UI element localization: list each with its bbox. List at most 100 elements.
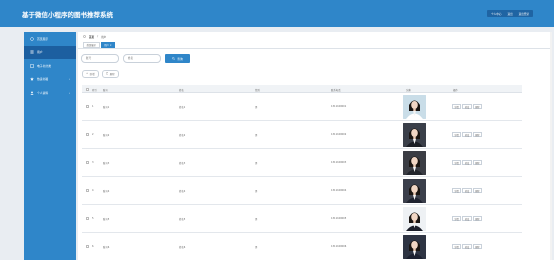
column-header: 头像	[406, 88, 411, 92]
cell-account: 账号6	[103, 246, 110, 249]
divider	[78, 48, 552, 49]
sidebar-item-ebook-category[interactable]: 电子书分类	[24, 59, 76, 73]
view-button[interactable]: 详情	[452, 188, 462, 193]
delete-button[interactable]: 删除	[472, 104, 483, 109]
sidebar-item-label: 个人资料	[37, 90, 49, 95]
exit-link[interactable]: 退出	[507, 12, 512, 16]
view-button[interactable]: 详情	[452, 160, 462, 165]
cell-phone: 1311100003	[331, 161, 347, 164]
table-body: 1 账号1 姓名1 男 1311100001 详情 修改 删除 2 账号2 姓名2 男 1311100…	[82, 93, 522, 260]
column-header: 操作	[453, 88, 458, 92]
search-button[interactable]: 查询	[165, 54, 190, 63]
row-actions: 详情 修改 删除	[452, 244, 483, 249]
view-button[interactable]: 详情	[452, 104, 462, 109]
breadcrumb-separator: /	[97, 34, 99, 38]
users-table: 索引 账号 姓名 性别 联系电话 头像 操作 1 账号1 姓名1 男 131110000…	[82, 85, 522, 260]
add-button[interactable]: + 新增	[82, 70, 99, 78]
sidebar-item-label: 电子书分类	[37, 63, 51, 68]
sidebar-item-users[interactable]: 用户	[24, 45, 76, 59]
cell-phone: 1311100002	[331, 133, 347, 136]
cell-index: 2	[92, 133, 94, 136]
column-header: 账号	[103, 88, 108, 92]
table-row: 1 账号1 姓名1 男 1311100001 详情 修改 删除	[82, 93, 522, 121]
table-row: 5 账号5 姓名5 男 1311100005 详情 修改 删除	[82, 205, 522, 233]
star-icon	[30, 77, 34, 81]
chevron-right-icon: ›	[68, 77, 70, 82]
row-actions: 详情 修改 删除	[452, 160, 483, 165]
logout-link[interactable]: 退出登录	[519, 12, 529, 16]
view-button[interactable]: 详情	[452, 216, 462, 221]
row-checkbox[interactable]	[86, 245, 89, 248]
edit-button[interactable]: 修改	[462, 160, 472, 165]
cell-index: 6	[92, 245, 94, 248]
edit-button[interactable]: 修改	[462, 244, 472, 249]
add-button-label: 新增	[89, 72, 95, 76]
tab-users[interactable]: 用户 ×	[100, 42, 116, 48]
search-button-label: 查询	[177, 56, 183, 61]
avatar	[403, 235, 426, 259]
avatar	[403, 151, 426, 175]
delete-button[interactable]: 删除	[472, 132, 483, 137]
cell-gender: 男	[255, 190, 258, 193]
avatar	[403, 123, 426, 147]
delete-button[interactable]: 删除	[472, 244, 483, 249]
home-icon	[83, 34, 86, 39]
table-row: 3 账号3 姓名3 男 1311100003 详情 修改 删除	[82, 149, 522, 177]
profile-link[interactable]: 个人中心	[491, 12, 501, 16]
row-checkbox[interactable]	[86, 217, 89, 220]
cell-name: 姓名3	[179, 162, 186, 165]
view-button[interactable]: 详情	[452, 132, 462, 137]
trash-icon	[105, 72, 109, 76]
delete-button[interactable]: 删除	[472, 216, 483, 221]
cell-account: 账号5	[103, 218, 110, 221]
cell-phone: 1311100005	[331, 217, 347, 220]
delete-button[interactable]: 删除	[101, 70, 119, 78]
row-checkbox[interactable]	[86, 161, 89, 164]
row-actions: 详情 修改 删除	[452, 216, 483, 221]
sidebar-item-hot-books[interactable]: 热读书籍 ›	[24, 73, 76, 87]
book-icon	[30, 63, 34, 68]
row-checkbox[interactable]	[86, 189, 89, 192]
cell-account: 账号3	[103, 162, 110, 165]
cell-name: 姓名4	[179, 190, 186, 193]
edit-button[interactable]: 修改	[462, 104, 472, 109]
breadcrumb-home[interactable]: 首页	[89, 35, 94, 39]
cell-name: 姓名5	[179, 218, 186, 221]
app-title: 基于微信小程序的图书推荐系统	[22, 11, 113, 19]
home-icon	[30, 37, 34, 41]
scrollbar[interactable]	[550, 32, 552, 260]
account-search-input[interactable]	[81, 54, 119, 63]
list-icon	[30, 50, 34, 54]
row-checkbox[interactable]	[86, 133, 89, 136]
cell-index: 1	[92, 105, 94, 108]
column-header: 索引	[92, 88, 97, 92]
cell-index: 4	[92, 189, 94, 192]
row-actions: 详情 修改 删除	[452, 132, 483, 137]
cell-index: 3	[92, 161, 94, 164]
table-row: 6 账号6 姓名6 男 1311100006 详情 修改 删除	[82, 233, 522, 260]
cell-account: 账号2	[103, 134, 110, 137]
cell-account: 账号4	[103, 190, 110, 193]
delete-button[interactable]: 删除	[472, 188, 483, 193]
select-all-checkbox[interactable]	[86, 87, 89, 91]
view-button[interactable]: 详情	[452, 244, 462, 249]
sidebar-item-label: 用户	[37, 50, 43, 55]
cell-index: 5	[92, 217, 94, 220]
breadcrumb: 首页 / 用户	[83, 35, 106, 39]
sidebar-item-label: 热读书籍	[37, 77, 49, 82]
main-content: 首页 / 用户 首页展示 用户 × 查询 + 新增 删除 索引 账号	[78, 32, 552, 260]
edit-button[interactable]: 修改	[462, 132, 472, 137]
edit-button[interactable]: 修改	[462, 188, 472, 193]
table-row: 4 账号4 姓名4 男 1311100004 详情 修改 删除	[82, 177, 522, 205]
search-icon	[172, 57, 176, 60]
cell-gender: 男	[255, 246, 258, 249]
sidebar-item-profile[interactable]: 个人资料 ›	[24, 86, 76, 100]
name-search-input[interactable]	[123, 54, 161, 63]
edit-button[interactable]: 修改	[462, 216, 472, 221]
delete-button[interactable]: 删除	[472, 160, 483, 165]
sidebar-item-home[interactable]: 首页展示	[24, 32, 76, 46]
tab-home[interactable]: 首页展示	[83, 42, 100, 48]
cell-name: 姓名2	[179, 134, 186, 137]
row-checkbox[interactable]	[86, 105, 89, 108]
search-form: 查询	[81, 54, 190, 63]
